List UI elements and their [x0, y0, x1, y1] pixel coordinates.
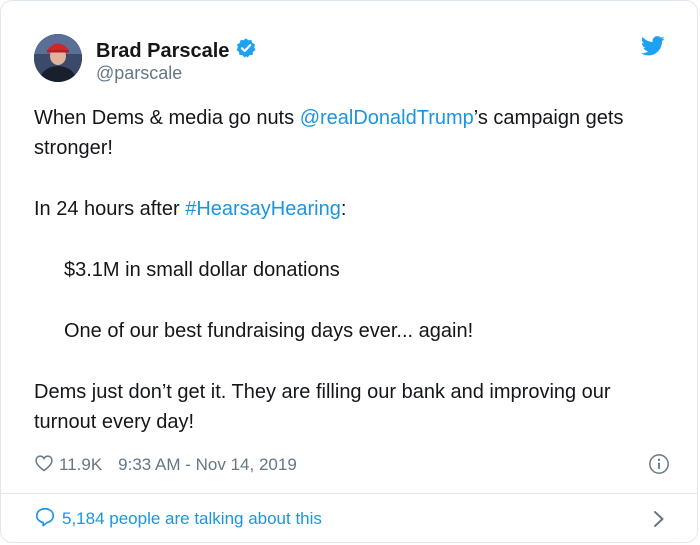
- text-span: In 24 hours after: [34, 198, 186, 220]
- avatar[interactable]: [34, 34, 82, 82]
- tweet-paragraph-3: $3.1M in small dollar donations: [64, 259, 340, 281]
- timestamp-link[interactable]: 9:33 AM - Nov 14, 2019: [118, 455, 297, 475]
- author-handle[interactable]: @parscale: [96, 63, 182, 83]
- divider: [1, 493, 697, 494]
- tweet-paragraph-1: When Dems & media go nuts @realDonaldTru…: [34, 103, 674, 163]
- tweet-paragraph-4: One of our best fundraising days ever...…: [64, 320, 474, 342]
- info-icon[interactable]: [648, 453, 670, 475]
- verified-badge-icon: [235, 37, 257, 64]
- speech-bubble-icon: [34, 506, 56, 533]
- text-span: :: [340, 198, 347, 220]
- conversation-link[interactable]: 5,184 people are talking about this: [34, 506, 674, 532]
- author-name[interactable]: Brad Parscale: [96, 40, 229, 62]
- hashtag-link[interactable]: #HearsayHearing: [185, 198, 341, 220]
- twitter-bird-icon[interactable]: [640, 36, 665, 56]
- like-count: 11.9K: [59, 455, 103, 474]
- tweet-card: Brad Parscale @parscale When Dems & medi…: [0, 0, 698, 543]
- talking-count-text: 5,184 people are talking about this: [62, 509, 322, 528]
- tweet-header: Brad Parscale @parscale: [1, 1, 697, 101]
- tweet-meta: 11.9K 9:33 AM - Nov 14, 2019: [34, 453, 674, 477]
- heart-icon: [34, 453, 54, 478]
- tweet-paragraph-5: Dems just don’t get it. They are filling…: [34, 381, 611, 433]
- chevron-right-icon[interactable]: [652, 509, 666, 529]
- like-button[interactable]: 11.9K: [34, 453, 102, 478]
- mention-link[interactable]: @realDonaldTrump: [300, 107, 474, 129]
- tweet-paragraph-2: In 24 hours after #HearsayHearing:: [34, 194, 674, 224]
- text-span: When Dems & media go nuts: [34, 107, 300, 129]
- author-name-line: Brad Parscale: [96, 37, 257, 64]
